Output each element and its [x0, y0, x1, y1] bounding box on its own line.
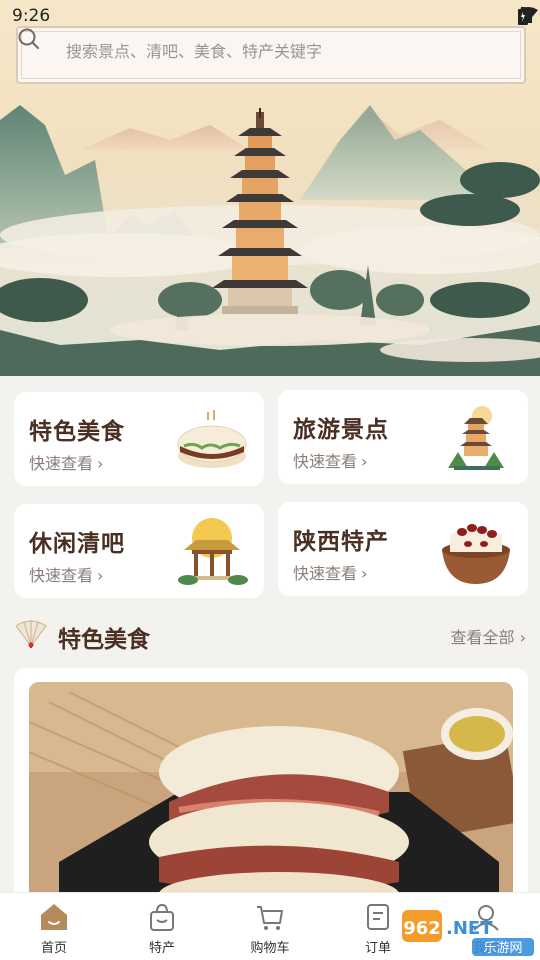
- category-card-food[interactable]: 特色美食 快速查看 ›: [14, 392, 264, 486]
- category-card-scenic[interactable]: 旅游景点 快速查看 ›: [278, 390, 528, 484]
- category-subtitle: 快速查看 ›: [293, 452, 368, 471]
- nav-label: 购物车: [250, 941, 290, 956]
- chevron-right-icon: ›: [361, 564, 368, 583]
- category-title: 特色美食: [29, 419, 125, 445]
- order-icon: [367, 904, 389, 930]
- cart-icon: [257, 906, 283, 930]
- watermark-logo: 962 .NET 乐游网: [402, 910, 534, 956]
- chevron-right-icon: ›: [97, 454, 104, 473]
- nav-home[interactable]: 首页: [0, 893, 108, 960]
- home-icon: [41, 904, 67, 930]
- watermark-brand: 962: [403, 918, 441, 939]
- category-title: 休闲清吧: [29, 531, 125, 557]
- nav-cart[interactable]: 购物车: [216, 893, 324, 960]
- featured-food-card[interactable]: [14, 668, 528, 908]
- svg-text:.NET: .NET: [446, 918, 493, 939]
- pavilion-icon: [178, 518, 248, 585]
- category-title: 陕西特产: [293, 529, 389, 555]
- search-bar[interactable]: [16, 26, 526, 84]
- search-icon: [18, 28, 39, 49]
- category-title: 旅游景点: [293, 417, 389, 443]
- section-title: 特色美食: [58, 627, 150, 653]
- category-card-specialty[interactable]: 陕西特产 快速查看 ›: [278, 502, 528, 596]
- section-header-food: 特色美食 查看全部 ›: [14, 612, 526, 656]
- category-subtitle: 快速查看 ›: [29, 566, 104, 585]
- category-subtitle: 快速查看 ›: [293, 564, 368, 583]
- category-subtitle: 快速查看 ›: [29, 454, 104, 473]
- watermark-sub: 乐游网: [483, 941, 522, 956]
- nav-label: 特产: [148, 941, 175, 956]
- chevron-right-icon: ›: [97, 566, 104, 585]
- featured-food-image: [29, 682, 513, 908]
- hero-banner: 9:26: [0, 0, 540, 376]
- chevron-right-icon: ›: [361, 452, 368, 471]
- nav-label: 首页: [40, 941, 67, 956]
- folding-fan-icon: [15, 620, 47, 648]
- nav-specialty[interactable]: 特产: [108, 893, 216, 960]
- search-input[interactable]: [66, 42, 506, 61]
- shopping-bag-icon: [150, 903, 174, 931]
- chevron-right-icon: ›: [514, 628, 526, 647]
- pagoda-icon: [448, 406, 504, 470]
- battery-icon: [518, 7, 528, 25]
- status-time: 9:26: [12, 6, 51, 26]
- date-cake-icon: [442, 524, 510, 584]
- category-card-bar[interactable]: 休闲清吧 快速查看 ›: [14, 504, 264, 598]
- roujiamo-icon: [177, 410, 247, 468]
- see-all-link[interactable]: 查看全部 ›: [451, 624, 527, 648]
